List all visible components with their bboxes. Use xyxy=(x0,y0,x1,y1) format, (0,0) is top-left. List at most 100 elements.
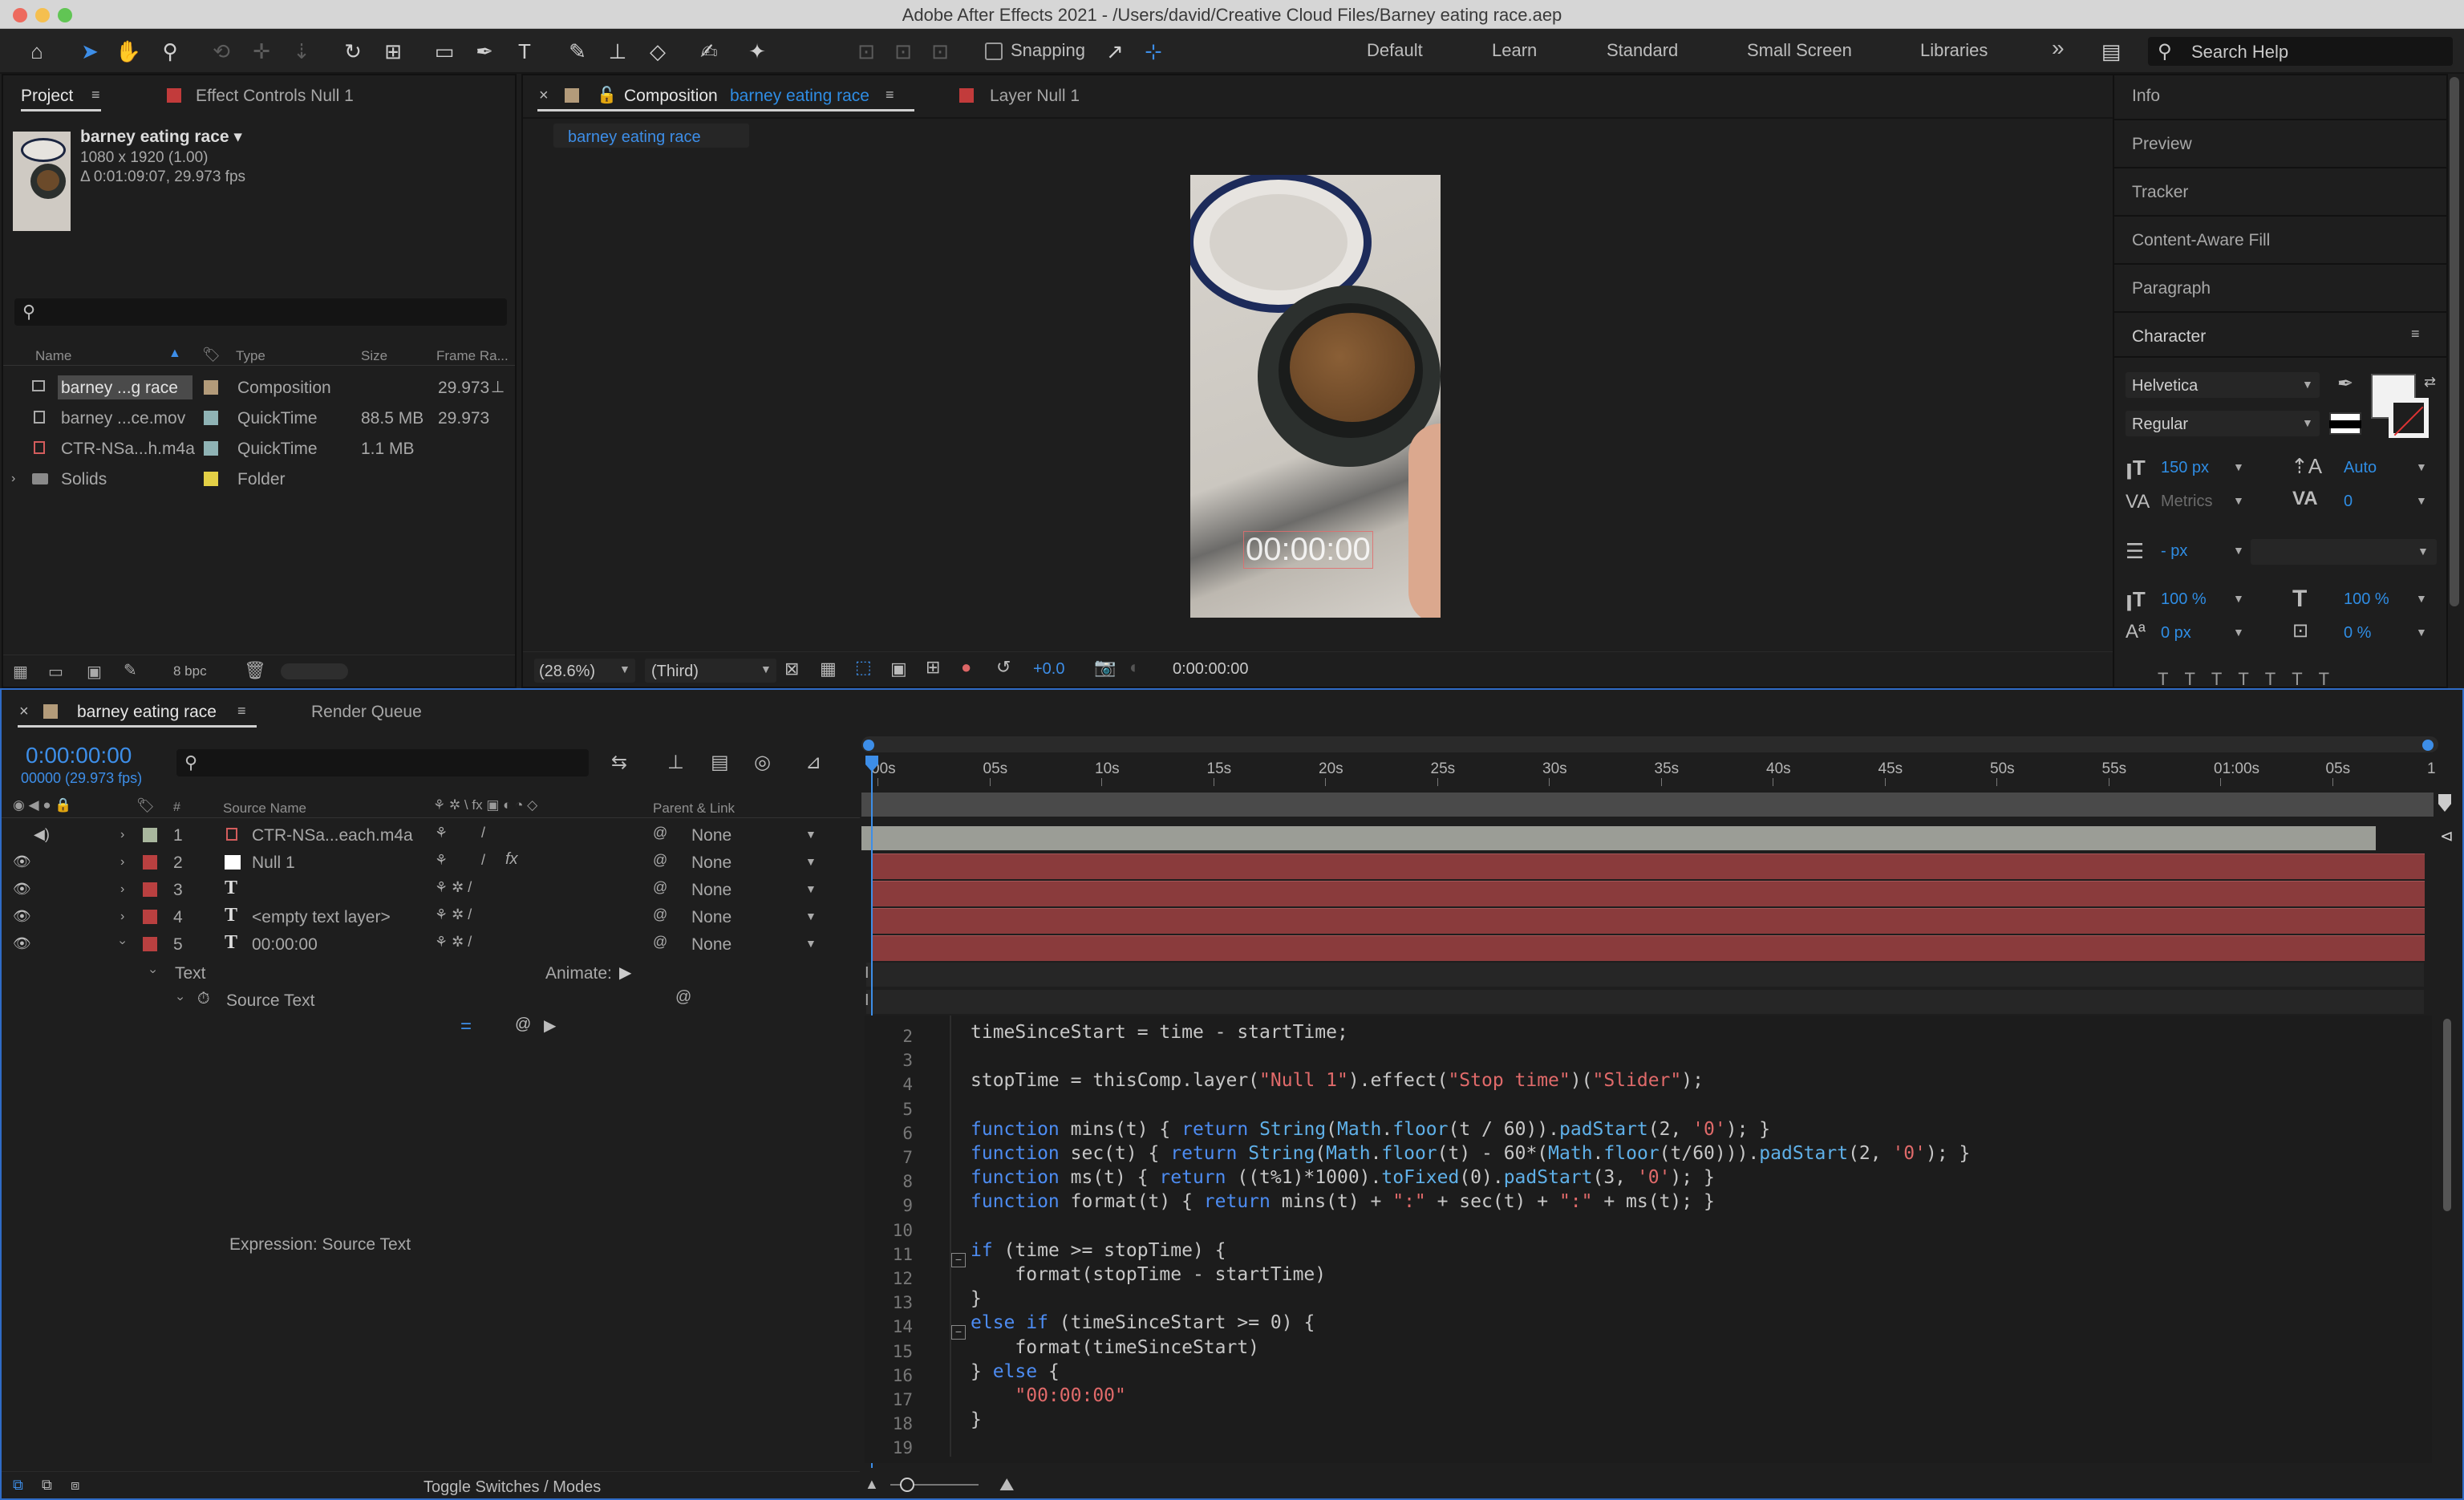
orbit-camera-icon[interactable]: ⟲ xyxy=(205,35,237,67)
null-layer-bar[interactable] xyxy=(872,853,2425,879)
trash-icon[interactable]: 🗑 xyxy=(244,660,266,681)
code-line[interactable]: function mins(t) { return String(Math.fl… xyxy=(971,1119,1770,1140)
snap-edges-icon[interactable]: ↗ xyxy=(1099,35,1131,67)
expression-pickwhip-icon[interactable]: @ xyxy=(515,1016,531,1034)
resolution-dropdown[interactable]: (Third) ▼ xyxy=(645,659,776,683)
tsume-value[interactable]: 0 % xyxy=(2344,624,2371,643)
current-time-display[interactable]: 0:00:00:00 xyxy=(26,743,132,768)
breadcrumb[interactable]: barney eating race xyxy=(553,124,749,148)
comp-mini-flowchart-icon[interactable]: ⇆ xyxy=(611,751,627,774)
label-swatch[interactable] xyxy=(204,411,218,425)
roto-brush-tool-icon[interactable]: ✍ xyxy=(693,35,725,67)
transfer-controls-toggle-icon[interactable]: ⧉ xyxy=(42,1477,52,1494)
axis-world-icon[interactable]: ⊡ xyxy=(887,35,919,67)
timecode-layer-bar[interactable] xyxy=(872,935,2425,961)
sort-ascending-icon[interactable]: ▲ xyxy=(168,347,181,361)
timeline-search-input[interactable] xyxy=(176,749,589,776)
expand-arrow-icon[interactable]: › xyxy=(120,882,124,897)
shy-switch-icon[interactable]: ⚘ ✲ / xyxy=(435,934,472,951)
tab-render-queue[interactable]: Render Queue xyxy=(311,703,422,722)
text-layer-bar[interactable] xyxy=(872,881,2425,906)
project-item-row[interactable]: CTR-NSa...h.m4a QuickTime 1.1 MB xyxy=(3,433,515,464)
dolly-camera-icon[interactable]: ⇣ xyxy=(286,35,318,67)
code-line[interactable]: } xyxy=(971,1409,982,1430)
layer-name[interactable]: Null 1 xyxy=(252,853,295,873)
pickwhip-icon[interactable]: @ xyxy=(675,988,691,1007)
collapse-arrow-icon[interactable]: › xyxy=(173,996,188,1000)
code-line[interactable]: function sec(t) { return String(Math.flo… xyxy=(971,1143,1970,1164)
workspace-libraries[interactable]: Libraries xyxy=(1920,40,1988,61)
tracker-panel-header[interactable]: Tracker xyxy=(2132,183,2188,202)
layer-name[interactable]: <empty text layer> xyxy=(252,908,391,927)
code-line[interactable]: function ms(t) { return ((t%1)*1000).toF… xyxy=(971,1167,1715,1188)
comp-viewer[interactable]: 00:00:00 xyxy=(523,159,2124,648)
project-item-row[interactable]: barney ...g race Composition 29.973 ⊥ xyxy=(3,372,515,403)
vertical-scale-value[interactable]: 100 % xyxy=(2161,590,2207,609)
close-tab-icon[interactable]: × xyxy=(539,87,549,105)
zoom-in-icon[interactable]: ⛰ xyxy=(999,1474,1014,1495)
zoom-out-icon[interactable]: ▲ xyxy=(865,1476,879,1493)
workspace-default[interactable]: Default xyxy=(1367,40,1423,61)
pan-behind-tool-icon[interactable]: ⊞ xyxy=(377,35,409,67)
shy-switch-icon[interactable]: ⚘ xyxy=(435,852,448,869)
content-aware-fill-panel-header[interactable]: Content-Aware Fill xyxy=(2132,231,2270,250)
magnification-dropdown[interactable]: (28.6%) ▼ xyxy=(534,659,635,683)
label-swatch[interactable] xyxy=(204,472,218,486)
snapping-checkbox[interactable] xyxy=(985,43,1003,60)
pickwhip-icon[interactable]: @ xyxy=(653,906,667,923)
collapse-arrow-icon[interactable]: › xyxy=(116,940,130,944)
pickwhip-icon[interactable]: @ xyxy=(653,879,667,896)
label-tag-icon[interactable]: 🏷 xyxy=(202,347,221,363)
shy-switch-icon[interactable]: ⚘ ✲ / xyxy=(435,906,472,923)
av-switches-icons[interactable]: ◉ ◀ ● 🔒 xyxy=(13,797,72,813)
baseline-shift-value[interactable]: 0 px xyxy=(2161,624,2191,643)
axis-view-icon[interactable]: ⊡ xyxy=(924,35,956,67)
code-line[interactable]: stopTime = thisComp.layer("Null 1").effe… xyxy=(971,1070,1704,1091)
layer-name[interactable]: 00:00:00 xyxy=(252,935,318,955)
more-workspaces-icon[interactable]: » xyxy=(2052,35,2065,61)
expand-arrow-icon[interactable]: › xyxy=(120,855,124,870)
time-ruler[interactable]: 00s 05s 10s 15s 20s 25s 30s 35s 40s 45s 50s 55s 01:0… xyxy=(861,754,2438,786)
label-swatch[interactable] xyxy=(143,828,157,842)
rectangle-tool-icon[interactable]: ▭ xyxy=(428,35,460,67)
brush-tool-icon[interactable]: ✎ xyxy=(561,35,594,67)
clone-stamp-tool-icon[interactable]: ⊥ xyxy=(602,35,634,67)
layer-name[interactable]: CTR-NSa...each.m4a xyxy=(252,826,413,845)
parent-dropdown[interactable]: None ▼ xyxy=(685,825,826,845)
new-composition-icon[interactable]: ▣ xyxy=(87,662,102,682)
quality-switch-icon[interactable]: / xyxy=(481,852,485,869)
label-swatch[interactable] xyxy=(143,910,157,924)
panel-scrollbar[interactable] xyxy=(2450,77,2459,606)
pickwhip-icon[interactable]: @ xyxy=(653,825,667,841)
tab-effect-controls[interactable]: Effect Controls Null 1 xyxy=(196,87,354,106)
expression-editor[interactable]: 2 3 4 5 6 7 8 9 10 11 12 13 14 15 16 17 18 19 timeSinceSt… xyxy=(865,1016,2432,1463)
code-line[interactable]: if (time >= stopTime) { xyxy=(971,1240,1226,1261)
timecode-text-layer[interactable]: 00:00:00 xyxy=(1243,531,1373,569)
preview-panel-header[interactable]: Preview xyxy=(2132,135,2192,154)
layer-switches-icons[interactable]: ⚘ ✲ \ fx ▣ ◐ ◔ ◇ xyxy=(433,797,537,813)
puppet-tool-icon[interactable]: ✦ xyxy=(741,35,773,67)
empty-text-layer-bar[interactable] xyxy=(872,908,2425,934)
chevron-down-icon[interactable]: ▼ xyxy=(2233,592,2244,605)
pickwhip-icon[interactable]: @ xyxy=(653,852,667,869)
layer-switches-toggle-icon[interactable]: ⧉ xyxy=(13,1477,23,1494)
selection-tool-icon[interactable]: ➤ xyxy=(74,35,106,67)
motion-blur-icon[interactable]: ◎ xyxy=(754,751,771,774)
bit-depth-button[interactable]: 8 bpc xyxy=(173,663,207,679)
project-search-input[interactable] xyxy=(14,298,507,326)
close-tab-icon[interactable]: × xyxy=(19,703,29,721)
panel-menu-icon[interactable]: ≡ xyxy=(2411,326,2420,343)
layer-row[interactable]: 👁 › 3 T ⚘ ✲ / @ None ▼ xyxy=(2,876,860,903)
paragraph-panel-header[interactable]: Paragraph xyxy=(2132,279,2211,298)
source-text-label[interactable]: Source Text xyxy=(226,991,315,1011)
comp-frame[interactable]: 00:00:00 xyxy=(1190,175,1441,618)
col-number[interactable]: # xyxy=(173,801,180,815)
snapshot-camera-icon[interactable]: 📷 xyxy=(1094,657,1116,678)
workspace-menu-icon[interactable]: ▤ xyxy=(2095,35,2127,67)
label-swatch[interactable] xyxy=(143,882,157,897)
code-line[interactable]: format(timeSinceStart) xyxy=(971,1337,1259,1358)
faux-style-buttons[interactable]: TTTTTTT xyxy=(2158,669,2345,690)
tab-composition-label[interactable]: Composition xyxy=(624,87,718,106)
work-area-start-handle[interactable] xyxy=(863,740,874,751)
graph-editor-icon[interactable]: ⊿ xyxy=(805,751,821,774)
